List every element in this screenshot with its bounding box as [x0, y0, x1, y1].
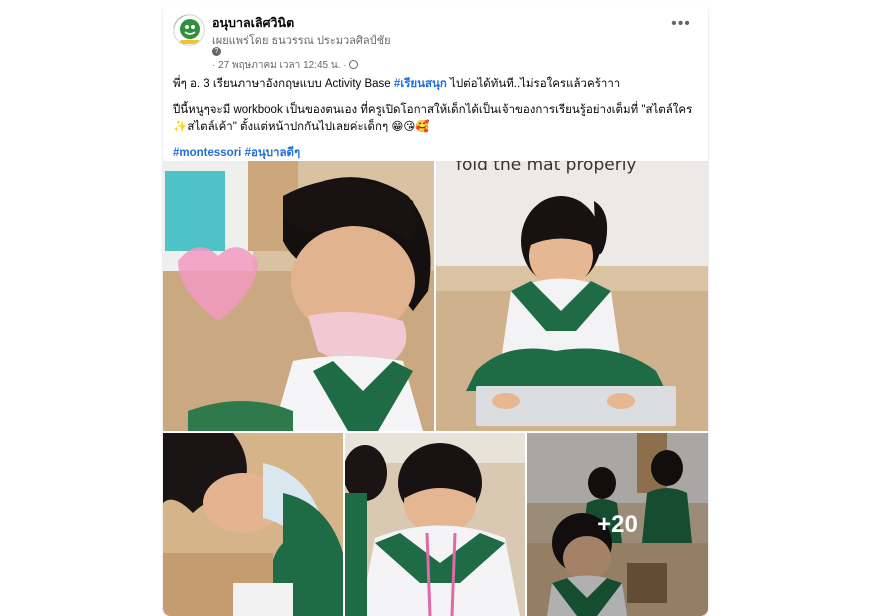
more-options-button[interactable]: ••• — [668, 16, 694, 36]
hashtag-link[interactable]: #อนุบาลดีๆ — [245, 147, 301, 159]
page-avatar[interactable] — [173, 14, 205, 46]
photo-4[interactable] — [345, 433, 525, 616]
page-name-link[interactable]: อนุบาลเลิศวินิต — [212, 13, 294, 33]
child-writing-photo — [163, 433, 343, 616]
post-text-line1: พี่ๆ อ. 3 เรียนภาษาอังกฤษแบบ Activity Ba… — [173, 78, 394, 90]
hashtag-link[interactable]: #montessori — [173, 147, 241, 159]
child-mat-photo — [436, 161, 708, 431]
globe-icon — [348, 60, 358, 69]
timestamp-row: · 27 พฤษภาคม เวลา 12:45 น. · — [212, 58, 358, 73]
post-text: พี่ๆ อ. 3 เรียนภาษาอังกฤษแบบ Activity Ba… — [173, 76, 698, 171]
post-timestamp[interactable]: · 27 พฤษภาคม เวลา 12:45 น. · — [212, 60, 347, 71]
school-logo-icon — [174, 15, 204, 45]
child-lanyard-photo — [345, 433, 525, 616]
post-hashtags: #montessori #อนุบาลดีๆ — [173, 145, 698, 162]
info-icon[interactable]: ? — [212, 46, 221, 56]
hashtag-link[interactable]: #เรียนสนุก — [394, 78, 447, 90]
photo-grid: fold the mat properly +20 — [163, 161, 708, 616]
shared-by-label: เผยแพร่โดย ธนวรรณ ประมวลศิลป์ชัย — [212, 35, 391, 47]
photo-1[interactable] — [163, 161, 434, 431]
child-mask-photo — [163, 161, 434, 431]
post-paragraph-1: พี่ๆ อ. 3 เรียนภาษาอังกฤษแบบ Activity Ba… — [173, 76, 698, 93]
photo-2[interactable]: fold the mat properly — [436, 161, 708, 431]
audience-row: ? — [212, 46, 221, 58]
photo-5[interactable]: +20 — [527, 433, 708, 616]
post-text-line1-end: ไปต่อได้ทันที..ไม่รอใครแล้วคร้าาา — [446, 78, 621, 90]
post-card: อนุบาลเลิศวินิต เผยแพร่โดย ธนวรรณ ประมวล… — [163, 4, 708, 616]
post-paragraph-2: ปีนี้หนูๆจะมี workbook เป็นของตนเอง ที่ค… — [173, 104, 693, 133]
photo-caption: fold the mat properly — [456, 161, 637, 175]
photo-3[interactable] — [163, 433, 343, 616]
post-header: อนุบาลเลิศวินิต เผยแพร่โดย ธนวรรณ ประมวล… — [163, 4, 708, 71]
more-photos-overlay[interactable]: +20 — [527, 433, 708, 616]
